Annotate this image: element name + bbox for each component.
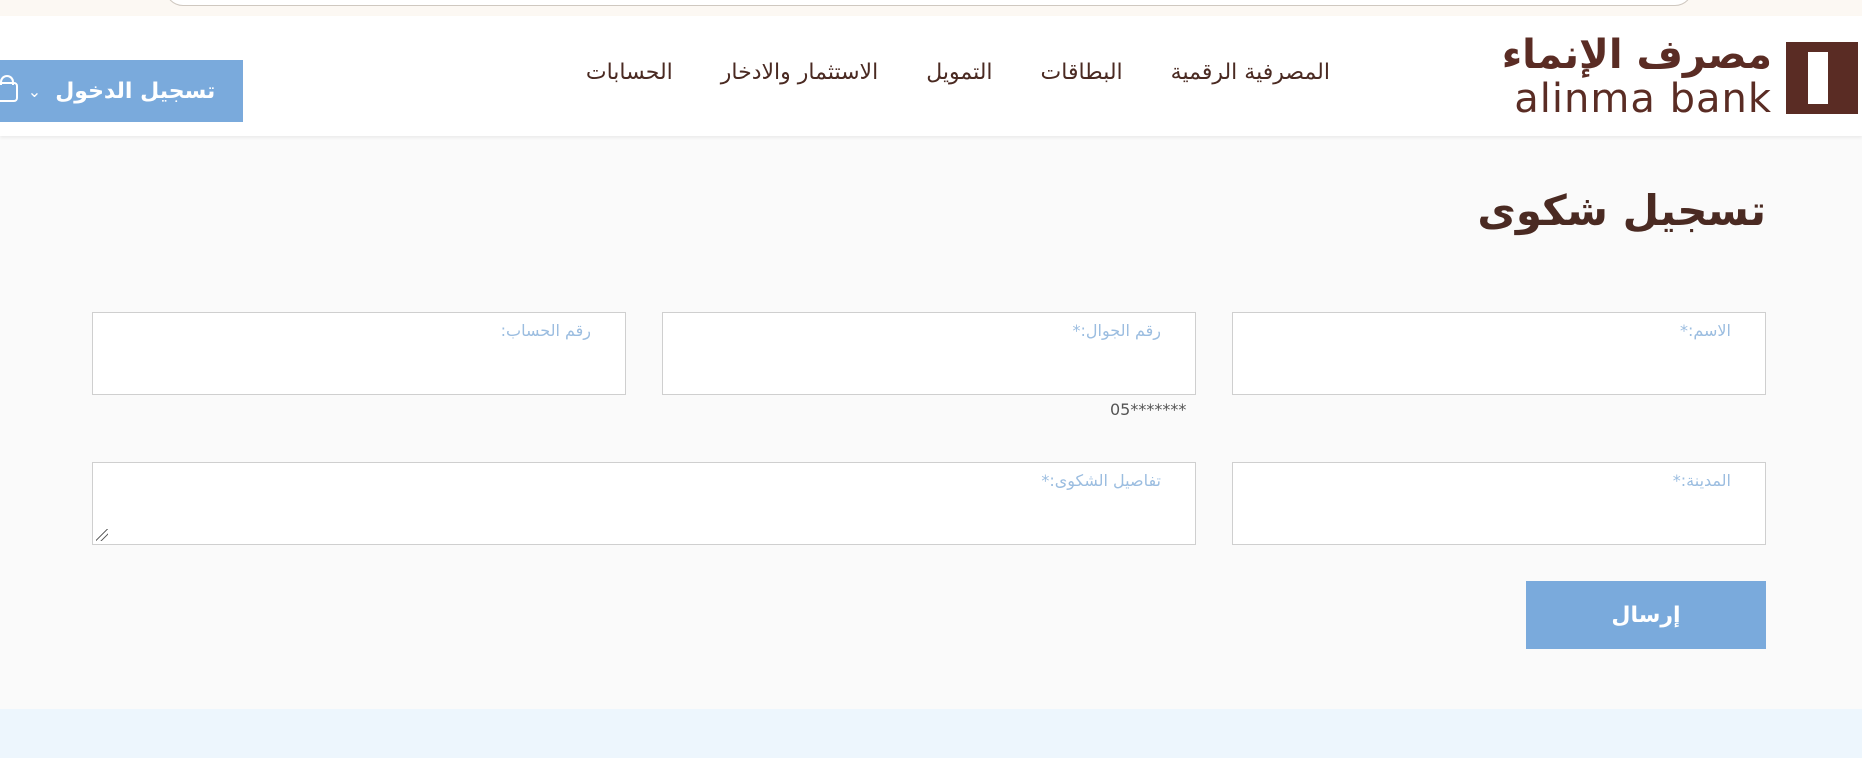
nav-item-digital-banking[interactable]: المصرفية الرقمية: [1171, 60, 1330, 85]
city-field[interactable]: المدينة:*: [1232, 462, 1766, 545]
complaint-details-textarea[interactable]: تفاصيل الشكوى:*: [92, 462, 1196, 545]
nav-item-cards[interactable]: البطاقات: [1041, 60, 1123, 85]
name-field[interactable]: الاسم:*: [1232, 312, 1766, 395]
account-number-field-label: رقم الحساب:: [500, 321, 591, 340]
submit-button[interactable]: إرسال: [1526, 581, 1766, 649]
mobile-field-label: رقم الجوال:*: [1072, 321, 1161, 340]
chevron-down-icon: ⌄: [27, 81, 42, 101]
door-logo-icon: [1786, 42, 1858, 114]
login-button-label: تسجيل الدخول: [55, 78, 216, 104]
page-title: تسجيل شكوى: [1477, 186, 1766, 235]
lock-icon: [0, 75, 18, 102]
login-button[interactable]: تسجيل الدخول ⌄: [0, 60, 243, 122]
site-header: مصرف الإنماء alinma bank المصرفية الرقمي…: [0, 16, 1862, 136]
name-field-label: الاسم:*: [1679, 321, 1731, 340]
mobile-format-hint: 05*******: [1110, 400, 1187, 419]
logo-text-english: alinma bank: [1514, 76, 1772, 122]
alinma-logo[interactable]: مصرف الإنماء alinma bank: [1502, 32, 1862, 134]
footer-band: [0, 709, 1862, 758]
browser-top-strip: [0, 0, 1862, 17]
nav-item-accounts[interactable]: الحسابات: [586, 60, 673, 85]
mobile-field[interactable]: رقم الجوال:*: [662, 312, 1196, 395]
nav-item-investment-savings[interactable]: الاستثمار والادخار: [721, 60, 878, 85]
account-number-field[interactable]: رقم الحساب:: [92, 312, 626, 395]
address-bar[interactable]: [165, 0, 1693, 6]
complaint-details-label: تفاصيل الشكوى:*: [1041, 471, 1161, 490]
nav-item-finance[interactable]: التمويل: [926, 60, 992, 85]
logo-text-arabic: مصرف الإنماء: [1501, 32, 1772, 78]
main-nav: المصرفية الرقمية البطاقات التمويل الاستث…: [586, 60, 1330, 85]
resize-grip-icon[interactable]: [96, 529, 108, 541]
city-field-label: المدينة:*: [1672, 471, 1731, 490]
